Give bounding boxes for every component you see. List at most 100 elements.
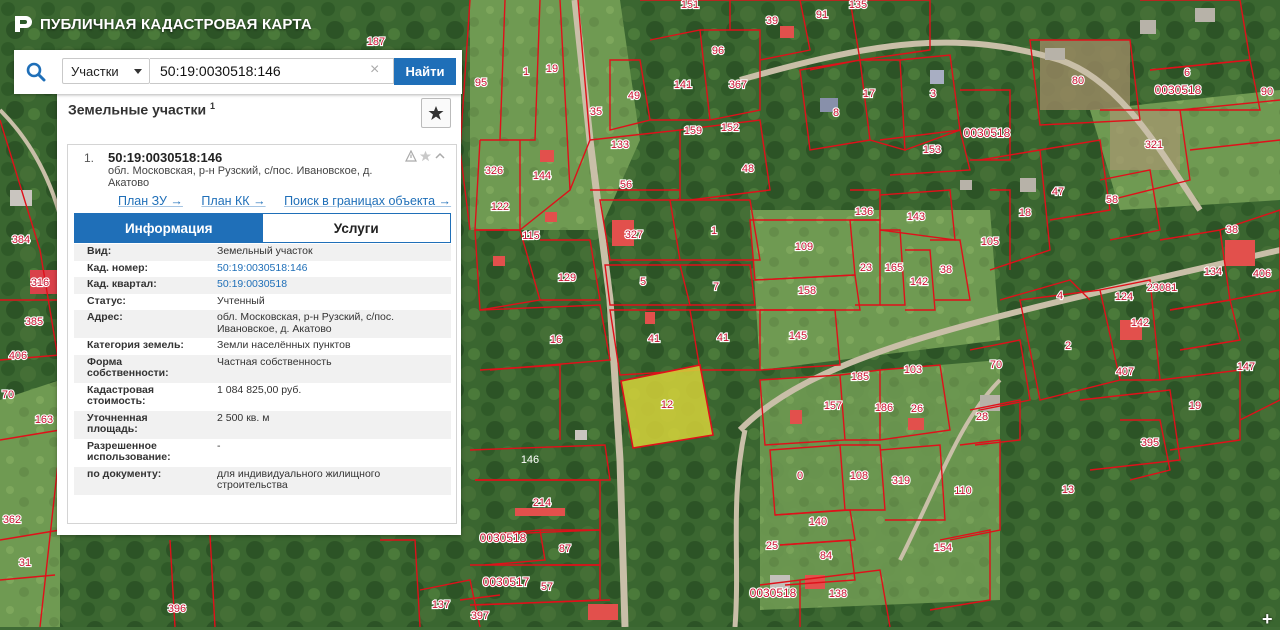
- parcel-label[interactable]: 154: [933, 541, 954, 555]
- parcel-label[interactable]: 16: [549, 333, 563, 347]
- parcel-label[interactable]: 2: [1064, 339, 1072, 353]
- parcel-label[interactable]: 159: [683, 124, 704, 138]
- parcel-label[interactable]: 103: [903, 363, 924, 377]
- parcel-label[interactable]: 12: [660, 398, 674, 412]
- parcel-label[interactable]: 135: [848, 0, 869, 12]
- parcel-label[interactable]: 142: [909, 275, 930, 289]
- find-button[interactable]: Найти: [394, 58, 456, 85]
- parcel-label[interactable]: 397: [470, 609, 491, 623]
- parcel-label[interactable]: 406: [1252, 267, 1273, 281]
- parcel-label[interactable]: 141: [673, 78, 694, 92]
- parcel-label[interactable]: 185: [850, 370, 871, 384]
- parcel-label[interactable]: 25: [765, 539, 779, 553]
- parcel-label[interactable]: 1: [522, 65, 530, 79]
- parcel-label[interactable]: 57: [540, 580, 554, 594]
- parcel-label[interactable]: 367: [728, 78, 749, 92]
- parcel-label[interactable]: 96: [711, 44, 725, 58]
- parcel-label[interactable]: 151: [680, 0, 701, 12]
- parcel-label[interactable]: 115: [521, 229, 541, 243]
- parcel-label[interactable]: 326: [484, 164, 505, 178]
- parcel-label[interactable]: 0030518: [963, 125, 1012, 141]
- parcel-label[interactable]: 395: [1140, 436, 1161, 450]
- warning-icon[interactable]: [405, 150, 417, 162]
- parcel-label[interactable]: 26: [910, 402, 924, 416]
- parcel-label[interactable]: 0030517: [482, 574, 531, 590]
- parcel-label[interactable]: 163: [34, 413, 55, 427]
- tab-info[interactable]: Информация: [75, 214, 263, 242]
- parcel-label[interactable]: 84: [819, 549, 833, 563]
- parcel-label[interactable]: 133: [610, 138, 631, 152]
- parcel-label[interactable]: 58: [1105, 193, 1119, 207]
- parcel-label[interactable]: 0: [796, 469, 804, 483]
- parcel-label[interactable]: 214: [532, 496, 553, 510]
- parcel-label[interactable]: 108: [849, 469, 870, 483]
- parcel-label[interactable]: 70: [1, 388, 15, 402]
- parcel-label[interactable]: 147: [1236, 360, 1257, 374]
- parcel-label[interactable]: 17: [862, 87, 876, 101]
- parcel-label[interactable]: 143: [906, 210, 927, 224]
- cadastral-number-link[interactable]: 50:19:0030518:146: [205, 261, 451, 278]
- parcel-label[interactable]: 124: [1114, 290, 1135, 304]
- parcel-label[interactable]: 152: [720, 121, 741, 135]
- parcel-label[interactable]: 385: [24, 315, 45, 329]
- parcel-label[interactable]: 3: [929, 87, 937, 101]
- parcel-label[interactable]: 90: [1260, 85, 1274, 99]
- favorite-button[interactable]: [421, 98, 451, 128]
- parcel-label[interactable]: 327: [624, 228, 645, 242]
- plan-kk-link[interactable]: План КК →: [201, 194, 265, 208]
- parcel-label[interactable]: 19: [1188, 399, 1202, 413]
- parcel-label[interactable]: 407: [1115, 365, 1136, 379]
- parcel-label[interactable]: 23081: [1146, 281, 1179, 295]
- parcel-label[interactable]: 23: [859, 261, 873, 275]
- parcel-label[interactable]: 49: [627, 89, 641, 103]
- parcel-label[interactable]: 38: [939, 263, 953, 277]
- parcel-label[interactable]: 8: [832, 106, 840, 120]
- parcel-label[interactable]: 153: [922, 143, 943, 157]
- parcel-label[interactable]: 158: [797, 284, 818, 298]
- search-type-select[interactable]: Участки: [62, 58, 150, 84]
- parcel-label[interactable]: 384: [11, 233, 32, 247]
- parcel-label[interactable]: 38: [1225, 223, 1239, 237]
- parcel-label[interactable]: 157: [823, 399, 844, 413]
- parcel-label[interactable]: 31: [18, 556, 32, 570]
- parcel-label[interactable]: 316: [30, 276, 51, 290]
- parcel-label[interactable]: 39: [765, 14, 779, 28]
- star-outline-icon[interactable]: [419, 150, 432, 162]
- search-icon[interactable]: [14, 50, 57, 94]
- parcel-label[interactable]: 56: [619, 178, 633, 192]
- cadastral-block-link[interactable]: 50:19:0030518: [205, 277, 451, 294]
- parcel-label[interactable]: 41: [647, 332, 661, 346]
- parcel-label[interactable]: 91: [815, 8, 829, 22]
- search-input[interactable]: [150, 58, 394, 84]
- parcel-label[interactable]: 4: [1056, 289, 1064, 303]
- result-number[interactable]: 50:19:0030518:146: [108, 150, 222, 165]
- parcel-label[interactable]: 47: [1051, 185, 1065, 199]
- parcel-label[interactable]: 18: [1018, 206, 1032, 220]
- parcel-label[interactable]: 165: [884, 261, 905, 275]
- parcel-label[interactable]: 138: [828, 587, 849, 601]
- parcel-label[interactable]: 19: [545, 62, 559, 76]
- parcel-label[interactable]: 137: [431, 598, 452, 612]
- parcel-label[interactable]: 0030518: [1154, 82, 1203, 98]
- parcel-label[interactable]: 70: [989, 358, 1003, 372]
- parcel-label[interactable]: 1: [710, 224, 718, 238]
- parcel-label[interactable]: 136: [854, 205, 875, 219]
- parcel-label[interactable]: 95: [474, 76, 488, 90]
- plan-zu-link[interactable]: План ЗУ →: [118, 194, 183, 208]
- parcel-label[interactable]: 0030518: [749, 585, 798, 601]
- parcel-label[interactable]: 6: [1183, 66, 1191, 80]
- parcel-label[interactable]: 35: [589, 105, 603, 119]
- parcel-label[interactable]: 13: [1061, 483, 1075, 497]
- parcel-label[interactable]: 142: [1130, 316, 1151, 330]
- parcel-label[interactable]: 129: [557, 271, 578, 285]
- parcel-label[interactable]: 105: [980, 235, 1001, 249]
- parcel-label[interactable]: 110: [953, 484, 973, 498]
- parcel-label[interactable]: 0030518: [479, 530, 528, 546]
- parcel-label[interactable]: 28: [975, 410, 989, 424]
- search-in-bounds-link[interactable]: Поиск в границах объекта →: [284, 194, 451, 208]
- parcel-label[interactable]: 140: [808, 515, 829, 529]
- parcel-label[interactable]: 186: [874, 401, 895, 415]
- parcel-label[interactable]: 187: [366, 35, 387, 49]
- clear-icon[interactable]: ×: [370, 62, 379, 78]
- parcel-label[interactable]: 396: [167, 602, 188, 616]
